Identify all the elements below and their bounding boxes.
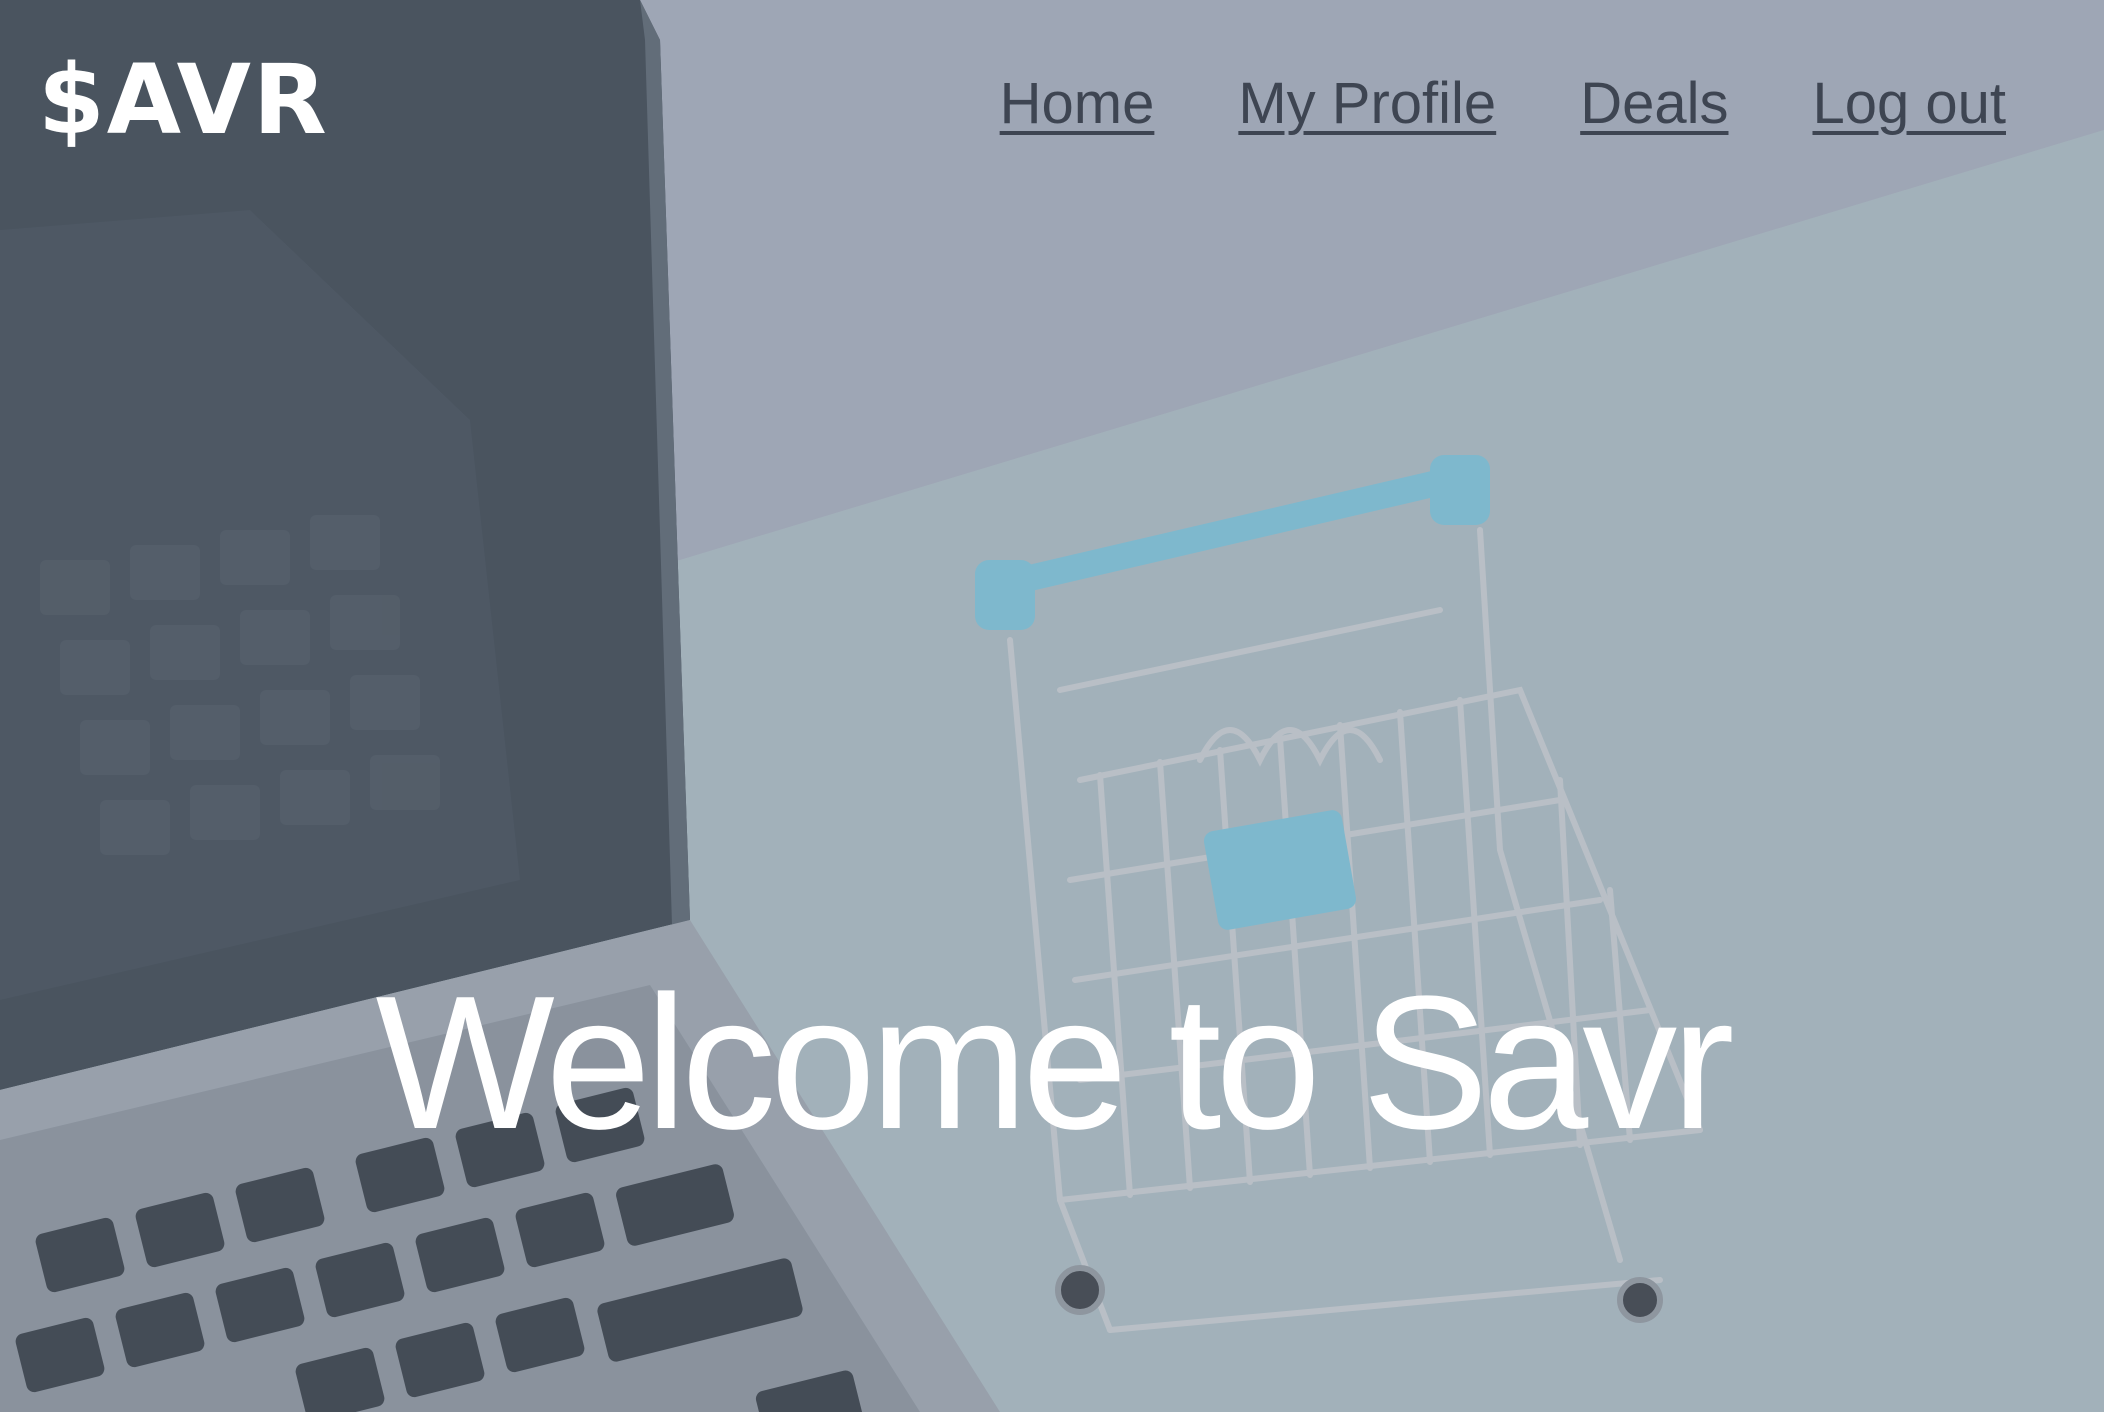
- hero-tint-overlay: [0, 0, 2104, 1412]
- nav-link-home[interactable]: Home: [1000, 72, 1155, 136]
- nav-link-my-profile[interactable]: My Profile: [1238, 72, 1496, 136]
- hero-section: $AVR Home My Profile Deals Log out Welco…: [0, 0, 2104, 1412]
- nav-link-log-out[interactable]: Log out: [1812, 72, 2006, 136]
- brand-logo[interactable]: $AVR: [38, 52, 329, 148]
- main-nav: Home My Profile Deals Log out: [1000, 72, 2006, 136]
- hero-headline: Welcome to Savr: [375, 957, 1734, 1169]
- nav-link-deals[interactable]: Deals: [1580, 72, 1728, 136]
